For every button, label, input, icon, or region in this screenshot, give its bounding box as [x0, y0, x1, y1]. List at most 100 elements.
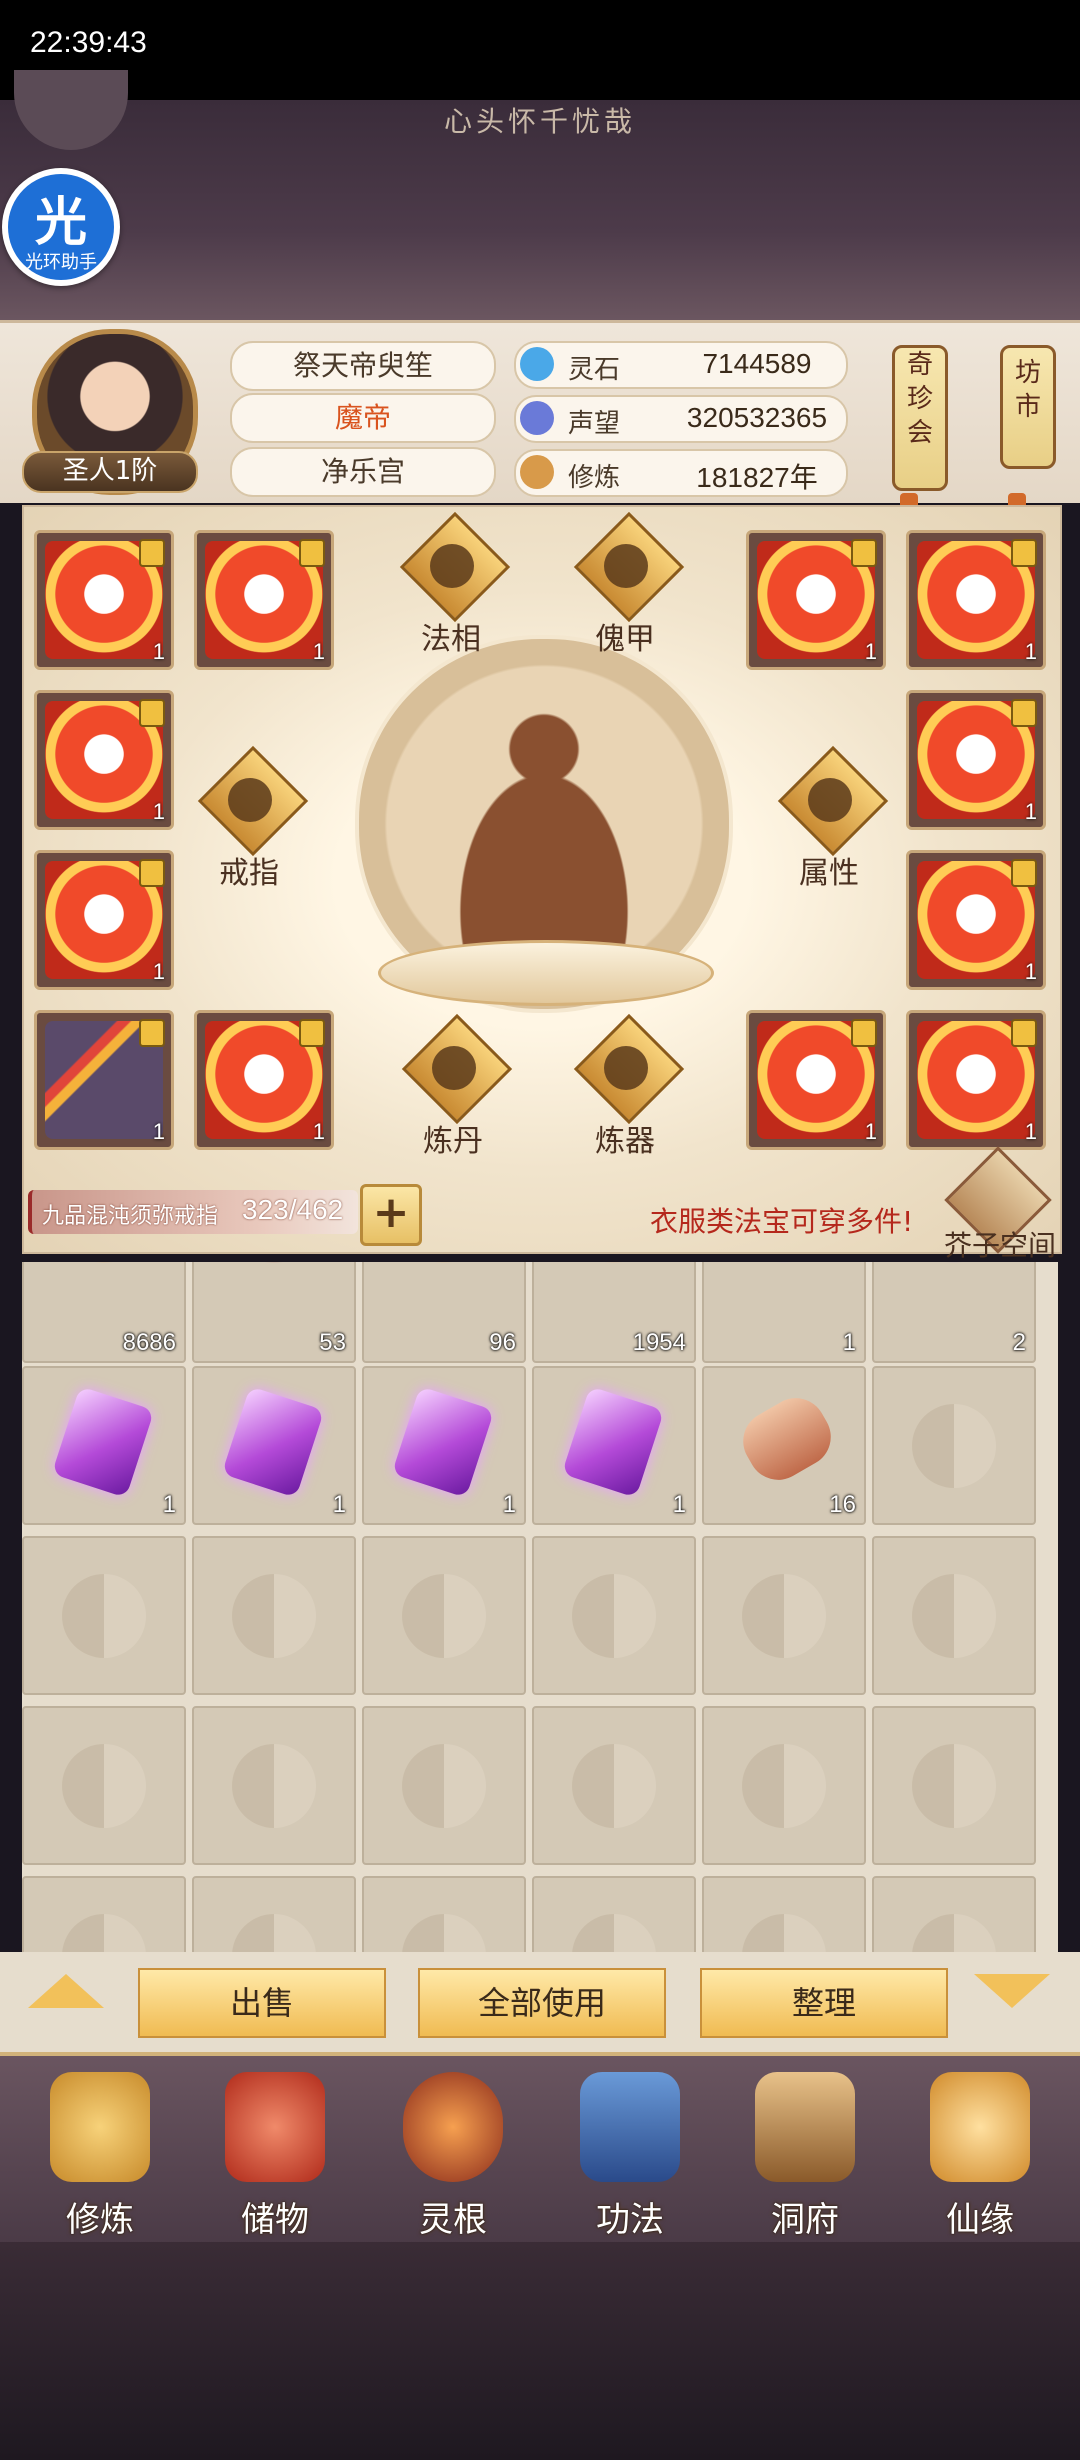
inventory-slot-empty[interactable]	[872, 1876, 1036, 1952]
lock-icon	[851, 1019, 877, 1047]
helper-glyph: 光	[34, 193, 87, 253]
nav-chuwu[interactable]: 储物	[200, 2066, 350, 2242]
inventory-slot-empty[interactable]	[362, 1706, 526, 1865]
stat-xiulian: 修炼 181827年	[514, 449, 848, 497]
purple-orb-item-icon	[734, 1262, 834, 1266]
equip-slot[interactable]: 1	[746, 530, 886, 670]
nav-gongfa[interactable]: 功法	[555, 2066, 705, 2242]
use-all-button[interactable]: 全部使用	[418, 1968, 666, 2038]
nav-xiulian[interactable]: 修炼	[25, 2066, 175, 2242]
inventory-slot-empty[interactable]	[872, 1706, 1036, 1865]
tab-lianqi[interactable]: 炼器	[570, 1013, 685, 1164]
item-count: 1	[1024, 799, 1037, 824]
inventory-slot-empty[interactable]	[702, 1706, 866, 1865]
equip-slot[interactable]: 1	[906, 850, 1046, 990]
inventory-slot-empty[interactable]	[22, 1536, 186, 1695]
inventory-slot[interactable]: 1	[362, 1366, 526, 1525]
stat-label: 声望	[568, 409, 621, 439]
meditation-icon	[430, 544, 474, 588]
scroll-char: 坊	[1014, 358, 1041, 388]
scroll-char: 珍	[906, 384, 933, 414]
inventory-slot[interactable]: 1	[532, 1366, 696, 1525]
equip-slot[interactable]: 1	[34, 1010, 174, 1150]
yin-yang-icon	[572, 1914, 656, 1952]
equip-slot[interactable]: 1	[34, 850, 174, 990]
tab-shuxing[interactable]: 属性	[774, 745, 889, 896]
inventory-slot[interactable]: 2	[872, 1262, 1036, 1363]
inventory-slot-empty[interactable]	[192, 1876, 356, 1952]
inventory-slot[interactable]: 1954	[532, 1262, 696, 1363]
inventory-slot-empty[interactable]	[872, 1366, 1036, 1525]
item-count: 8686	[122, 1329, 176, 1356]
inventory-slot-empty[interactable]	[362, 1876, 526, 1952]
inventory-slot[interactable]: 1	[702, 1262, 866, 1363]
item-count: 1	[312, 639, 325, 664]
red-item-icon	[224, 1262, 324, 1266]
tab-liandan[interactable]: 炼丹	[398, 1013, 513, 1164]
inventory-slot-empty[interactable]	[192, 1706, 356, 1865]
spirit-root-icon	[403, 2072, 503, 2182]
equip-slot[interactable]: 1	[906, 530, 1046, 670]
scroll-down-arrow-icon[interactable]	[974, 1974, 1050, 2008]
nav-linggen[interactable]: 灵根	[378, 2066, 528, 2242]
storage-space-label[interactable]: 芥子空间	[944, 1224, 1056, 1264]
equip-slot[interactable]: 1	[194, 530, 334, 670]
inventory-slot-empty[interactable]	[192, 1536, 356, 1695]
inventory-slot-empty[interactable]	[702, 1876, 866, 1952]
inventory-slot[interactable]: 16	[702, 1366, 866, 1525]
technique-book-icon	[580, 2072, 680, 2182]
stat-label: 修炼	[568, 463, 621, 493]
inventory-slot-empty[interactable]	[702, 1536, 866, 1695]
yin-yang-icon	[402, 1574, 486, 1658]
purple-crystal-icon	[221, 1386, 325, 1498]
equip-slot[interactable]: 1	[34, 690, 174, 830]
inventory-slot-empty[interactable]	[532, 1706, 696, 1865]
tab-kuilei[interactable]: 傀甲	[570, 511, 685, 662]
inventory-slot[interactable]: 8686	[22, 1262, 186, 1363]
inventory-slot[interactable]: 53	[192, 1262, 356, 1363]
yin-yang-icon	[912, 1404, 996, 1488]
item-count: 53	[319, 1329, 346, 1356]
item-count: 1	[312, 1119, 325, 1144]
yin-yang-icon	[232, 1914, 316, 1952]
nav-label: 储物	[241, 2200, 309, 2240]
equip-slot[interactable]: 1	[906, 690, 1046, 830]
nav-xianyuan[interactable]: 仙缘	[905, 2066, 1055, 2242]
market-button[interactable]: 坊 市	[1000, 345, 1056, 469]
fortune-gourd-icon	[930, 2072, 1030, 2182]
stat-shengwang: 声望 320532365	[514, 395, 848, 443]
helper-float-button[interactable]: 光 光环助手	[2, 168, 120, 286]
item-count: 1	[152, 959, 165, 984]
nav-dongfu[interactable]: 洞府	[730, 2066, 880, 2242]
yin-yang-icon	[62, 1914, 146, 1952]
inventory-slot-empty[interactable]	[872, 1536, 1036, 1695]
yin-yang-icon	[232, 1574, 316, 1658]
item-count: 1	[1024, 639, 1037, 664]
tab-jiezhi[interactable]: 戒指	[194, 745, 309, 896]
inventory-slot-empty[interactable]	[22, 1706, 186, 1865]
inventory-slot-empty[interactable]	[532, 1876, 696, 1952]
equip-slot[interactable]: 1	[194, 1010, 334, 1150]
equip-slot[interactable]: 1	[906, 1010, 1046, 1150]
inventory-slot[interactable]: 1	[192, 1366, 356, 1525]
sell-button[interactable]: 出售	[138, 1968, 386, 2038]
scroll-up-arrow-icon[interactable]	[28, 1974, 104, 2008]
scroll-char: 会	[906, 418, 933, 448]
inventory-slot[interactable]: 1	[22, 1366, 186, 1525]
sort-button[interactable]: 整理	[700, 1968, 948, 2038]
equip-slot[interactable]: 1	[34, 530, 174, 670]
inventory-slot-empty[interactable]	[362, 1536, 526, 1695]
inventory-slot-empty[interactable]	[22, 1876, 186, 1952]
lock-icon	[1011, 699, 1037, 727]
yin-yang-icon	[742, 1574, 826, 1658]
inventory-slot[interactable]: 96	[362, 1262, 526, 1363]
inventory-slot-empty[interactable]	[532, 1536, 696, 1695]
expand-capacity-button[interactable]: +	[360, 1184, 422, 1246]
equip-slot[interactable]: 1	[746, 1010, 886, 1150]
treasure-pavilion-button[interactable]: 奇 珍 会	[892, 345, 948, 491]
tab-faxiang[interactable]: 法相	[396, 511, 511, 662]
ring-capacity: 323/462	[242, 1194, 344, 1225]
nav-label: 修炼	[66, 2200, 134, 2240]
yin-yang-icon	[402, 1744, 486, 1828]
nav-label: 功法	[596, 2200, 664, 2240]
